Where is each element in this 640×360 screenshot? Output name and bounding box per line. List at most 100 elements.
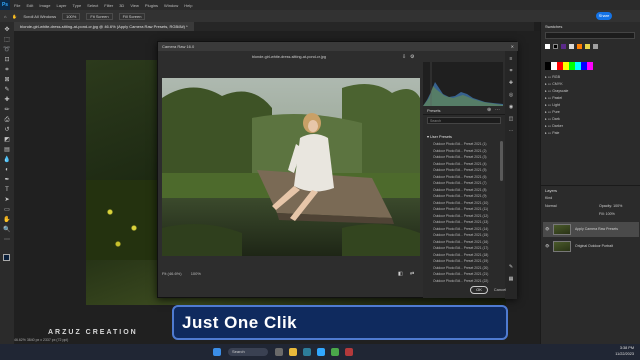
file-explorer-icon[interactable] [289,348,297,356]
layer-row[interactable]: 👁 Apply Camera Raw Presets [543,222,639,237]
type-tool-icon[interactable]: T [3,186,11,194]
share-button[interactable]: Share [596,12,612,20]
edge-icon[interactable] [303,348,311,356]
recent-swatch[interactable] [585,44,590,49]
heal-icon[interactable]: ✚ [507,79,515,87]
swatch-folder[interactable]: ▸ ▭ Darker [545,123,568,130]
swatch-folder[interactable]: ▸ ▭ CMYK [545,81,568,88]
frame-tool-icon[interactable]: ⊠ [3,76,11,84]
rectangle-tool-icon[interactable]: ▭ [3,206,11,214]
color-sampler-icon[interactable]: ✎ [507,263,515,271]
start-icon[interactable] [213,348,221,356]
opacity-field[interactable]: Opacity: 100% [599,204,622,208]
eyedropper-tool-icon[interactable]: ✎ [3,86,11,94]
swatch-folder[interactable]: ▸ ▭ Pastel [545,95,568,102]
home-icon[interactable]: ⌂ [4,14,6,19]
brush-tool-icon[interactable]: ✏ [3,106,11,114]
mask-icon[interactable]: ◎ [507,91,515,99]
swatch-folder[interactable]: ▸ ▭ Pale [545,130,568,137]
more-options-icon[interactable]: ⋯ [495,106,500,115]
red-eye-icon[interactable]: ◉ [507,103,515,111]
zoom-100-button[interactable]: 100% [62,12,81,20]
presets-search-input[interactable]: Search [427,117,501,124]
color-swatch[interactable] [587,62,593,70]
save-icon[interactable]: ⇩ [402,54,406,60]
menu-item-help[interactable]: Help [184,3,192,8]
fill-field[interactable]: Fill: 100% [599,212,615,216]
zoom-tool-icon[interactable]: 🔍 [3,226,11,234]
recent-swatch[interactable] [569,44,574,49]
swatch-folder[interactable]: ▸ ▭ Pure [545,109,568,116]
before-after-icon[interactable]: ⇄ [410,271,414,277]
eye-icon[interactable]: 👁 [545,222,549,237]
gear-icon[interactable]: ⚙ [410,54,414,60]
recent-swatch[interactable] [577,44,582,49]
path-select-icon[interactable]: ➤ [3,196,11,204]
taskbar-clock[interactable]: 3:38 PM 11/22/2023 [615,346,634,357]
app-icon[interactable] [345,348,353,356]
menu-item-file[interactable]: File [14,3,20,8]
swatch-folder[interactable]: ▸ ▭ Light [545,102,568,109]
layer-row[interactable]: 👁 Original Outdoor Portrait [543,239,639,254]
swatch-folder[interactable]: ▸ ▭ Dark [545,116,568,123]
crop-tool-icon[interactable]: ⌗ [3,66,11,74]
menu-item-3d[interactable]: 3D [119,3,124,8]
fit-screen-button[interactable]: Fit Screen [86,12,113,20]
recent-swatch[interactable] [553,44,558,49]
preset-item[interactable]: Outdoor Photo Edi... Preset 2021 (22) [433,278,499,285]
layer-filter-kind[interactable]: Kind [545,196,552,200]
cancel-button[interactable]: Cancel [491,286,509,294]
presets-icon[interactable]: ◫ [507,115,515,123]
menu-item-filter[interactable]: Filter [104,3,113,8]
eraser-tool-icon[interactable]: ◩ [3,136,11,144]
gradient-tool-icon[interactable]: ▤ [3,146,11,154]
menu-item-window[interactable]: Window [164,3,178,8]
new-preset-icon[interactable]: ⊕ [487,106,491,115]
menu-item-image[interactable]: Image [39,3,50,8]
preset-scrollbar[interactable] [500,141,503,181]
blur-tool-icon[interactable]: 💧 [3,156,11,164]
move-tool-icon[interactable]: ✥ [3,26,11,34]
lasso-tool-icon[interactable]: ➰ [3,46,11,54]
swatches-search-input[interactable] [545,32,635,39]
clone-stamp-icon[interactable]: ⎙ [3,116,11,124]
layers-title[interactable]: Layers [545,188,557,193]
grid-icon[interactable]: ▦ [507,275,515,283]
more-icon[interactable]: ⋯ [507,127,515,135]
eye-icon[interactable]: 👁 [545,239,549,254]
camera-raw-preview[interactable] [162,78,420,256]
close-icon[interactable]: ✕ [511,42,514,51]
history-brush-icon[interactable]: ↺ [3,126,11,134]
foreground-color-swatch[interactable] [3,254,10,261]
menu-item-plugins[interactable]: Plugins [145,3,158,8]
recent-swatch[interactable] [561,44,566,49]
marquee-tool-icon[interactable]: ⬚ [3,36,11,44]
dodge-tool-icon[interactable]: ◐ [3,166,11,174]
chrome-icon[interactable] [331,348,339,356]
document-tab[interactable]: blonde-girl-white-dress-sitting-at-pond-… [14,22,194,31]
menu-item-type[interactable]: Type [73,3,82,8]
preset-group-user[interactable]: ▾ User Presets [427,134,452,139]
menu-item-select[interactable]: Select [87,3,98,8]
swatches-title[interactable]: Swatches [545,24,562,29]
taskbar-search[interactable]: Search [228,348,268,356]
blend-mode-select[interactable]: Normal [545,204,557,208]
more-tools-icon[interactable]: ⋯ [3,236,11,244]
photoshop-icon[interactable] [317,348,325,356]
swatch-folder[interactable]: ▸ ▭ RGB [545,74,568,81]
compare-view-icon[interactable]: ◧ [398,271,403,277]
hand-tool-icon[interactable]: ✋ [3,216,11,224]
zoom-fit-dropdown[interactable]: Fit (46.6%) [162,271,182,276]
menu-item-view[interactable]: View [130,3,139,8]
recent-swatch[interactable] [545,44,550,49]
fill-screen-button[interactable]: Fill Screen [118,12,146,20]
edit-icon[interactable]: ≡ [507,55,515,63]
task-view-icon[interactable] [275,348,283,356]
healing-brush-icon[interactable]: ✚ [3,96,11,104]
scroll-all-checkbox[interactable]: Scroll All Windows [23,14,56,19]
zoom-100-dropdown[interactable]: 100% [191,271,201,276]
recent-swatch[interactable] [593,44,598,49]
ok-button[interactable]: OK [470,286,488,294]
menu-item-layer[interactable]: Layer [56,3,66,8]
crop-icon[interactable]: ⌗ [507,67,515,75]
